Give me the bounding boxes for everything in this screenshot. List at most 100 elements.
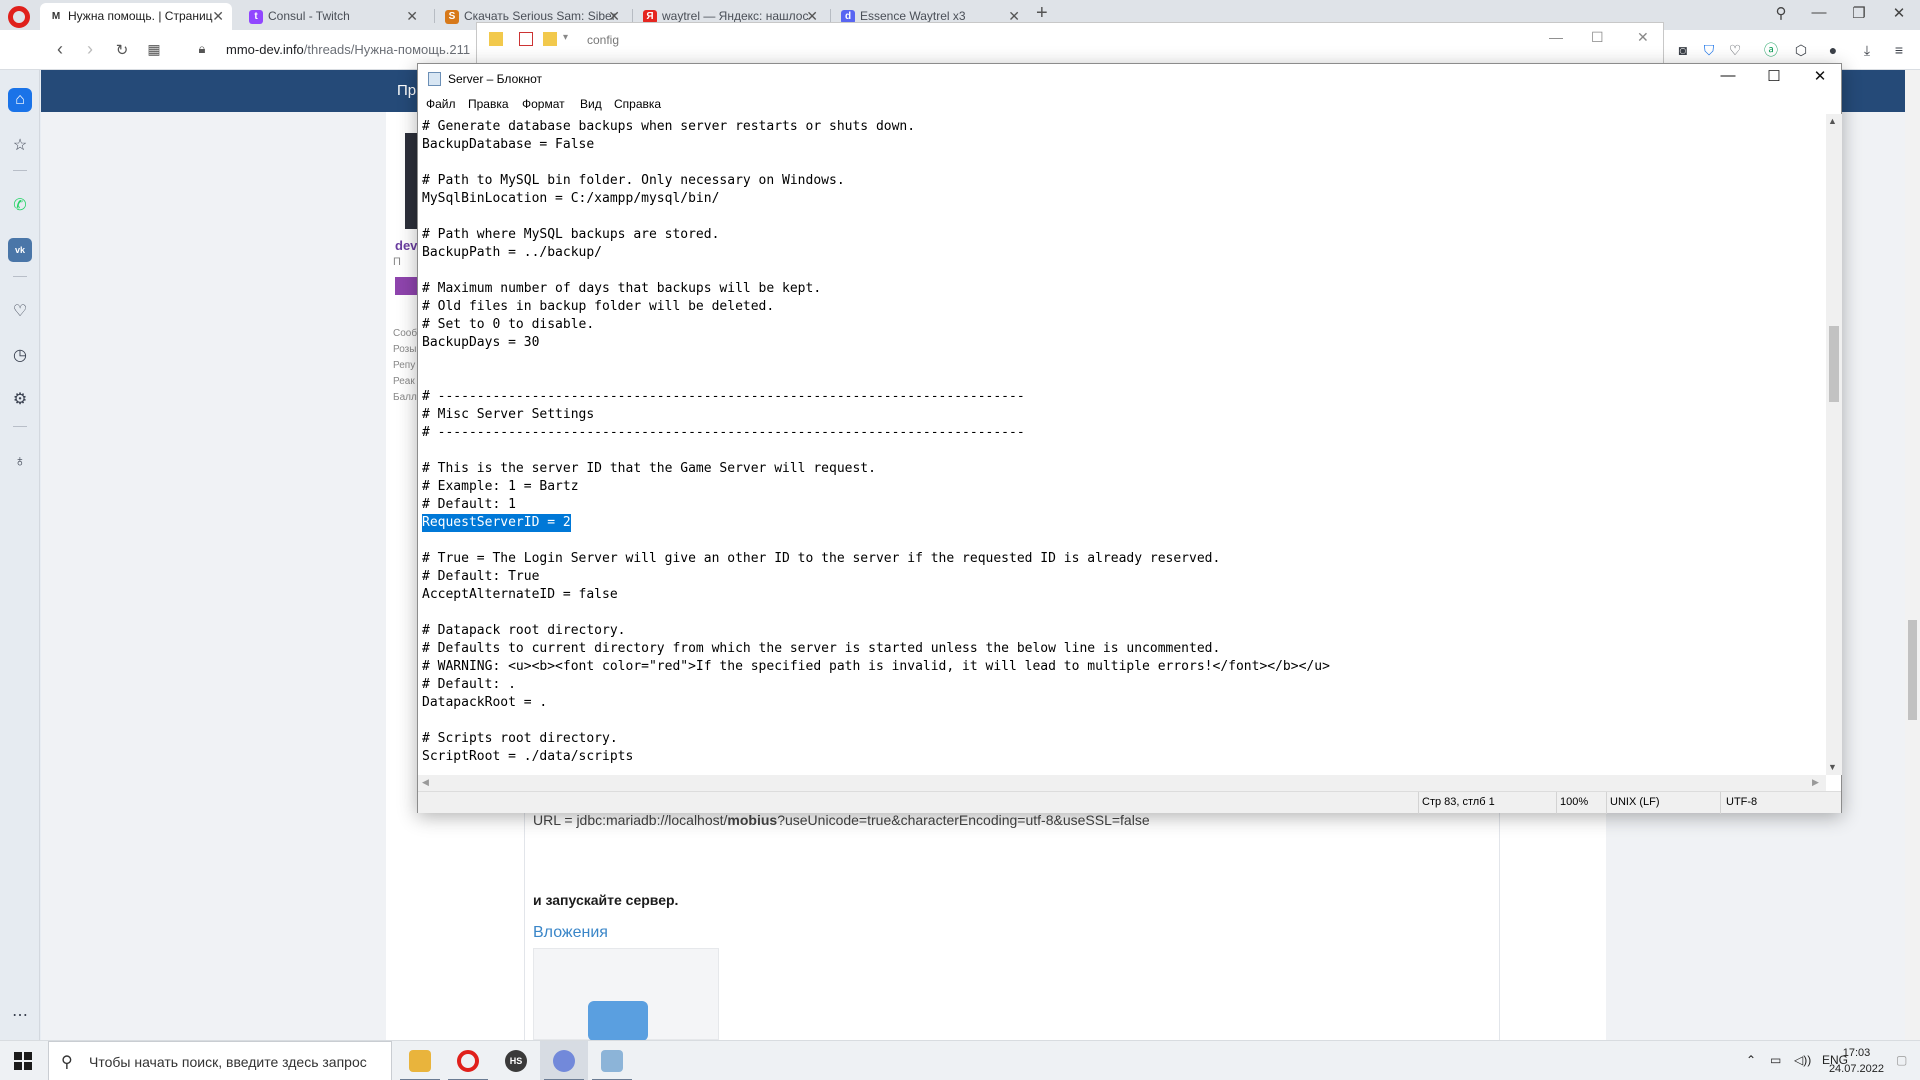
volume-icon[interactable]: ◁)) <box>1794 1053 1811 1067</box>
page-scrollbar-thumb[interactable] <box>1908 620 1917 720</box>
close-tab-icon[interactable]: ✕ <box>212 3 224 30</box>
text-line[interactable]: # Generate database backups when server … <box>422 118 915 136</box>
text-line[interactable]: AcceptAlternateID = false <box>422 586 618 604</box>
explorer-window[interactable]: ▾ config — ☐ ✕ <box>476 22 1664 66</box>
heart-icon[interactable]: ♡ <box>8 300 32 324</box>
scroll-right-icon[interactable]: ▶ <box>1812 777 1819 788</box>
attachment-thumbnail[interactable] <box>533 948 719 1041</box>
horizontal-scrollbar[interactable]: ◀ ▶ <box>418 775 1826 791</box>
search-tabs-icon[interactable]: ⚲ <box>1766 4 1796 22</box>
text-line[interactable]: # Maximum number of days that backups wi… <box>422 280 821 298</box>
whatsapp-icon[interactable]: ✆ <box>8 194 32 218</box>
text-editor[interactable]: # Generate database backups when server … <box>418 114 1826 775</box>
windows-start-icon[interactable] <box>14 1052 32 1070</box>
menu-icon[interactable]: ≡ <box>1890 41 1908 59</box>
gear-icon[interactable]: ⚙ <box>8 388 32 412</box>
close-tab-icon[interactable]: ✕ <box>406 3 418 30</box>
text-line[interactable]: BackupPath = ../backup/ <box>422 244 602 262</box>
network-icon[interactable]: ▭ <box>1770 1053 1781 1067</box>
taskbar-app-discord[interactable] <box>540 1041 588 1080</box>
text-line[interactable]: # Default: 1 <box>422 496 516 514</box>
text-line[interactable]: # Default: . <box>422 676 516 694</box>
scroll-down-icon[interactable]: ▼ <box>1828 762 1837 772</box>
scroll-left-icon[interactable]: ◀ <box>422 777 429 788</box>
close-icon[interactable]: ✕ <box>1798 67 1842 85</box>
tab-mmo-dev[interactable]: M Нужна помощь. | Страниц ✕ <box>40 3 232 30</box>
text-line[interactable]: # Defaults to current directory from whi… <box>422 640 1220 658</box>
menu-view[interactable]: Вид <box>580 97 602 111</box>
text-line[interactable]: # Datapack root directory. <box>422 622 626 640</box>
camera-icon[interactable]: ◙ <box>1674 41 1692 59</box>
vertical-scrollbar[interactable]: ▲ ▼ <box>1826 114 1842 775</box>
scroll-up-icon[interactable]: ▲ <box>1828 116 1837 126</box>
text-line[interactable]: ScriptRoot = ./data/scripts <box>422 748 633 766</box>
url-field[interactable]: mmo-dev.info/threads/Нужна-помощь.211 <box>226 42 476 57</box>
shield-icon[interactable]: ⛉ <box>1700 41 1718 59</box>
menu-file[interactable]: Файл <box>426 97 456 111</box>
restore-icon[interactable]: ❐ <box>1844 4 1874 22</box>
chevron-down-icon[interactable]: ▾ <box>563 32 568 43</box>
minimize-icon[interactable]: — <box>1804 4 1834 21</box>
speed-dial-icon[interactable]: ▦ <box>142 41 166 58</box>
text-line[interactable]: # Scripts root directory. <box>422 730 618 748</box>
notepad-titlebar[interactable]: Server – Блокнот — ☐ ✕ <box>418 64 1841 94</box>
maximize-icon[interactable]: ☐ <box>1752 67 1796 85</box>
text-line[interactable]: # Misc Server Settings <box>422 406 594 424</box>
reload-icon[interactable]: ↻ <box>110 41 134 59</box>
star-icon[interactable]: ☆ <box>8 134 32 158</box>
more-icon[interactable]: ⋯ <box>8 1004 32 1028</box>
opera-menu-icon[interactable] <box>8 6 30 28</box>
text-line[interactable]: # Example: 1 = Bartz <box>422 478 579 496</box>
menu-format[interactable]: Формат <box>522 97 565 111</box>
heart-icon[interactable]: ♡ <box>1726 41 1744 59</box>
lightbulb-icon[interactable]: ♁ <box>8 450 32 474</box>
menu-edit[interactable]: Правка <box>468 97 509 111</box>
notepad-window[interactable]: Server – Блокнот — ☐ ✕ Файл Правка Форма… <box>417 63 1842 814</box>
minimize-icon[interactable]: — <box>1706 67 1750 84</box>
maximize-icon[interactable]: ☐ <box>1591 29 1604 46</box>
history-icon[interactable]: ◷ <box>8 344 32 368</box>
text-line[interactable]: # --------------------------------------… <box>422 424 1025 442</box>
page-scrollbar[interactable] <box>1905 70 1920 1040</box>
back-icon[interactable]: ‹ <box>48 39 72 60</box>
new-folder-icon[interactable] <box>543 32 557 46</box>
minimize-icon[interactable]: — <box>1549 29 1563 45</box>
text-line[interactable]: DatapackRoot = . <box>422 694 547 712</box>
text-line[interactable]: MySqlBinLocation = C:/xampp/mysql/bin/ <box>422 190 719 208</box>
forward-icon[interactable]: › <box>78 39 102 60</box>
notifications-icon[interactable]: ▢ <box>1896 1053 1907 1067</box>
text-line[interactable]: # --------------------------------------… <box>422 388 1025 406</box>
menu-help[interactable]: Справка <box>614 97 661 111</box>
close-window-icon[interactable]: ✕ <box>1884 4 1914 22</box>
close-icon[interactable]: ✕ <box>1637 29 1649 46</box>
scrollbar-thumb[interactable] <box>1829 326 1839 402</box>
text-line[interactable]: # True = The Login Server will give an o… <box>422 550 1220 568</box>
profile-icon[interactable]: ● <box>1824 41 1842 59</box>
taskbar-search-box[interactable]: ⚲ Чтобы начать поиск, введите здесь запр… <box>48 1041 392 1080</box>
extension-a-icon[interactable]: ⓐ <box>1762 41 1780 59</box>
text-line[interactable]: # Path where MySQL backups are stored. <box>422 226 719 244</box>
tray-chevron-icon[interactable]: ⌃ <box>1746 1053 1756 1067</box>
text-line[interactable]: # Default: True <box>422 568 539 586</box>
download-icon[interactable]: ⤓ <box>1858 41 1876 59</box>
text-line[interactable]: BackupDatabase = False <box>422 136 594 154</box>
text-line[interactable]: # Old files in backup folder will be del… <box>422 298 774 316</box>
home-icon[interactable]: ⌂ <box>8 88 32 112</box>
cube-icon[interactable]: ⬡ <box>1792 41 1810 59</box>
user-name[interactable]: dev <box>395 238 417 253</box>
text-line[interactable]: # This is the server ID that the Game Se… <box>422 460 876 478</box>
properties-icon[interactable] <box>519 32 533 46</box>
taskbar-app-opera[interactable] <box>444 1041 492 1080</box>
vk-icon[interactable]: vk <box>8 238 32 262</box>
tab-twitch[interactable]: t Consul - Twitch ✕ <box>240 3 426 30</box>
taskbar-app-notepad[interactable] <box>588 1041 636 1080</box>
selected-text-line[interactable]: RequestServerID = 2 <box>422 514 571 532</box>
text-line[interactable]: # WARNING: <u><b><font color="red">If th… <box>422 658 1330 676</box>
text-line[interactable]: BackupDays = 30 <box>422 334 539 352</box>
taskbar-app-file-explorer[interactable] <box>396 1041 444 1080</box>
text-line[interactable]: # Path to MySQL bin folder. Only necessa… <box>422 172 845 190</box>
system-clock[interactable]: 17:03 24.07.2022 <box>1829 1045 1884 1077</box>
site-nav-label[interactable]: Пр <box>397 82 416 99</box>
text-line[interactable]: # Set to 0 to disable. <box>422 316 594 334</box>
taskbar-app-hs[interactable]: HS <box>492 1041 540 1080</box>
